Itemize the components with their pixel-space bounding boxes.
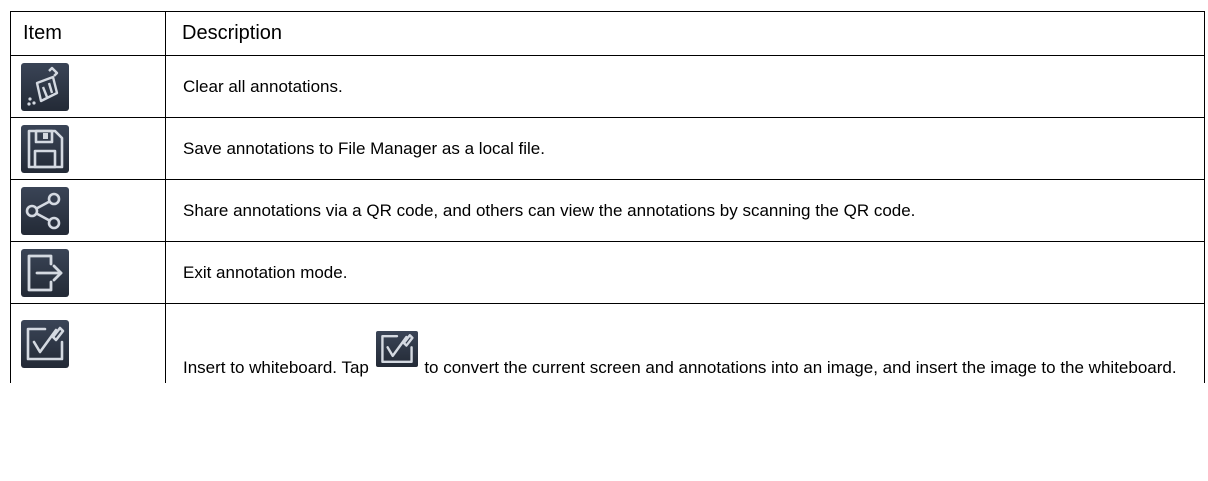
item-cell	[10, 117, 166, 180]
table-row: Share annotations via a QR code, and oth…	[10, 179, 1205, 242]
description-text-part2: to convert the current screen and annota…	[424, 358, 1177, 377]
description-cell: Exit annotation mode.	[165, 241, 1205, 304]
table-row: Exit annotation mode.	[10, 241, 1205, 304]
description-cell: Save annotations to File Manager as a lo…	[165, 117, 1205, 180]
insert-whiteboard-icon	[21, 319, 69, 368]
table-header-row: Item Description	[10, 11, 1205, 56]
item-cell	[10, 179, 166, 242]
description-text-part1: Insert to whiteboard. Tap	[183, 358, 369, 377]
item-cell	[10, 241, 166, 304]
annotation-tools-table: Item Description Clear all annotations. …	[10, 11, 1205, 383]
item-cell	[10, 55, 166, 118]
item-cell	[10, 303, 166, 383]
description-cell: Clear all annotations.	[165, 55, 1205, 118]
table-row: Insert to whiteboard. Tap to convert the…	[10, 303, 1205, 383]
insert-whiteboard-icon	[375, 331, 418, 367]
item-column-header: Item	[10, 11, 166, 56]
save-icon	[21, 124, 69, 173]
description-cell: Share annotations via a QR code, and oth…	[165, 179, 1205, 242]
broom-icon	[21, 62, 69, 111]
table-row: Clear all annotations.	[10, 55, 1205, 118]
description-column-header: Description	[165, 11, 1205, 56]
share-icon	[21, 186, 69, 235]
exit-icon	[21, 248, 69, 297]
description-cell: Insert to whiteboard. Tap to convert the…	[165, 303, 1205, 383]
table-row: Save annotations to File Manager as a lo…	[10, 117, 1205, 180]
